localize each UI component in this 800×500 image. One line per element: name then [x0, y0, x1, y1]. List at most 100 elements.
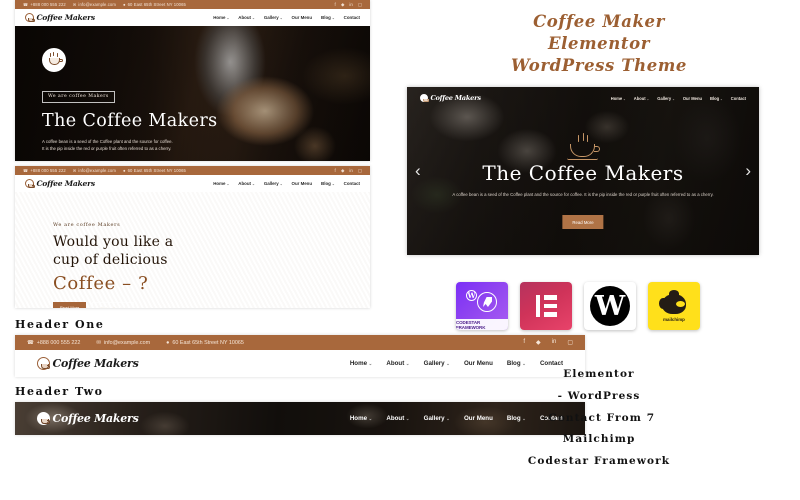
codestar-framework-badge: W CODESTAR FRAMEWORK [456, 282, 508, 330]
hero-two-headline-line1: Would you like a [53, 234, 174, 250]
coffee-cup-circle-icon [37, 357, 51, 370]
hero-two-contact-button[interactable]: Online Contact [92, 301, 134, 308]
linkedin-icon[interactable]: in [349, 2, 352, 8]
linkedin-icon[interactable]: in [349, 168, 352, 174]
hero-two-tagline: We are coffee Makers [53, 222, 121, 228]
feature-item: Codestar Framework [527, 455, 671, 468]
slider-navbar: Coffee Makers Home⌄ About⌄ Gallery⌄ Our … [407, 94, 759, 103]
site-logo[interactable]: Coffee Makers [25, 13, 96, 23]
chevron-down-icon: ⌄ [623, 96, 626, 101]
topbar-address: ● 60 East 65th Street NY 10065 [122, 168, 186, 173]
nav-item-gallery[interactable]: Gallery⌄ [264, 15, 283, 20]
instagram-icon[interactable]: ▢ [358, 168, 362, 174]
slider-next-arrow-icon[interactable]: › [745, 161, 751, 181]
twitter-icon[interactable]: ◆ [341, 168, 344, 174]
nav-item-contact[interactable]: Contact [731, 96, 746, 101]
nav-item-about[interactable]: About⌄ [238, 15, 255, 20]
codestar-label: CODESTAR FRAMEWORK [456, 319, 508, 330]
nav-item-contact[interactable]: Contact [344, 181, 360, 186]
nav-item-home[interactable]: Home⌄ [350, 415, 373, 422]
nav-label: Our Menu [291, 15, 313, 20]
nav-item-our-menu[interactable]: Our Menu [292, 181, 313, 186]
nav-label: Contact [343, 15, 360, 20]
nav-label: About [238, 181, 251, 186]
topbar-phone: ☎ +888 000 555 222 [23, 2, 66, 7]
homepage-preview-one: ☎ +888 000 555 222 ✉ info@example.com ● … [15, 0, 370, 161]
chevron-down-icon: ⌄ [279, 16, 283, 20]
facebook-icon[interactable]: f [334, 168, 335, 174]
nav-label: Our Menu [682, 95, 702, 101]
site-logo[interactable]: Coffee Makers [25, 179, 95, 189]
nav-item-blog[interactable]: Blog⌄ [321, 181, 335, 186]
nav-label: Home [610, 95, 623, 101]
feature-list: Elementor - WordPress -Contact From 7 Ma… [398, 364, 800, 473]
nav-item-home[interactable]: Home⌄ [213, 181, 229, 186]
nav-label: Gallery [657, 95, 672, 101]
slider-prev-arrow-icon[interactable]: ‹ [415, 161, 421, 181]
nav-item-home[interactable]: Home⌄ [350, 360, 373, 367]
header-one-section: Header One ☎ +888 000 555 222 ✉ info@exa… [15, 318, 585, 377]
facebook-icon[interactable]: f [334, 2, 335, 8]
elementor-icon [535, 295, 557, 317]
header-two-title: Header Two [15, 385, 104, 398]
nav-item-blog[interactable]: Blog⌄ [321, 15, 335, 20]
feature-item: -Contact From 7 [542, 411, 656, 424]
site-logo[interactable]: Coffee Makers [37, 412, 139, 425]
envelope-icon: ✉ [72, 168, 77, 173]
nav-item-about[interactable]: About⌄ [634, 96, 650, 101]
map-pin-icon: ● [166, 339, 170, 346]
cup-handle [59, 59, 63, 63]
homepage-preview-two: ☎ +888 000 555 222 ✉ info@example.com ● … [15, 166, 370, 308]
site-logo-text: Coffee Makers [52, 357, 139, 370]
topbar-phone: ☎ +888 000 555 222 [23, 168, 66, 173]
hero-banner-one: We are coffee Makers The Coffee Makers A… [15, 26, 370, 161]
site-logo[interactable]: Coffee Makers [420, 94, 481, 103]
hero-one-desc: A coffee bean is a seed of the Coffee pl… [42, 138, 350, 153]
right-info-column: Coffee Maker Elementor WordPress Theme C… [398, 0, 800, 500]
phone-icon: ☎ [23, 2, 29, 7]
nav-item-gallery[interactable]: Gallery⌄ [264, 181, 283, 186]
site-logo-text: Coffee Makers [36, 13, 96, 22]
cup-body [570, 144, 595, 157]
nav-item-home[interactable]: Home⌄ [213, 15, 229, 20]
twitter-icon[interactable]: ◆ [341, 2, 344, 8]
chevron-down-icon: ⌄ [251, 182, 255, 186]
hero-two-headline: Would you like a cup of delicious [53, 234, 173, 270]
nav-item-our-menu[interactable]: Our Menu [683, 96, 702, 101]
nav-label: Gallery [263, 15, 279, 20]
nav-item-gallery[interactable]: Gallery⌄ [657, 96, 675, 101]
nav-item-home[interactable]: Home⌄ [611, 96, 626, 101]
nav-label: Home [213, 181, 226, 186]
nav-label: Blog [709, 95, 720, 101]
cup-handle [593, 146, 600, 152]
topbar-address: ● 60 East 65th Street NY 10065 [122, 2, 186, 7]
site-logo[interactable]: Coffee Makers [37, 357, 139, 370]
wordpress-mark-icon: W [466, 290, 477, 301]
nav-label: Gallery [263, 181, 279, 186]
topbar-address-text: 60 East 65th Street NY 10065 [172, 339, 244, 346]
nav-item-contact[interactable]: Contact [344, 15, 360, 20]
hero-two-read-more-button[interactable]: Read More [53, 301, 87, 308]
slider-read-more-button[interactable]: Read More [562, 215, 604, 229]
chevron-down-icon: ⌄ [646, 96, 650, 101]
nav-item-about[interactable]: About⌄ [238, 181, 255, 186]
instagram-icon[interactable]: ▢ [358, 2, 362, 8]
chevron-down-icon: ⌄ [720, 96, 723, 101]
slider-preview: Coffee Makers Home⌄ About⌄ Gallery⌄ Our … [407, 87, 759, 255]
phone-icon: ☎ [23, 168, 29, 173]
nav-item-our-menu[interactable]: Our Menu [292, 15, 313, 20]
feature-item: - WordPress [557, 389, 641, 402]
chevron-down-icon: ⌄ [226, 182, 230, 186]
topbar-social-list: f ◆ in ▢ [334, 2, 362, 8]
nav-item-blog[interactable]: Blog⌄ [710, 96, 723, 101]
map-pin-icon: ● [122, 168, 126, 173]
nav-label: Blog [321, 181, 331, 186]
preview-one-menu: Home⌄ About⌄ Gallery⌄ Our Menu Blog⌄ Con… [213, 15, 360, 20]
cup-body [48, 58, 60, 65]
header-one-title: Header One [15, 318, 105, 331]
topbar-email: ✉ info@example.com [96, 340, 150, 346]
preview-one-navbar: Coffee Makers Home⌄ About⌄ Gallery⌄ Our … [15, 9, 370, 26]
cup-saucer [567, 158, 598, 160]
nav-label: Blog [321, 15, 331, 20]
chevron-down-icon: ⌄ [672, 96, 675, 101]
